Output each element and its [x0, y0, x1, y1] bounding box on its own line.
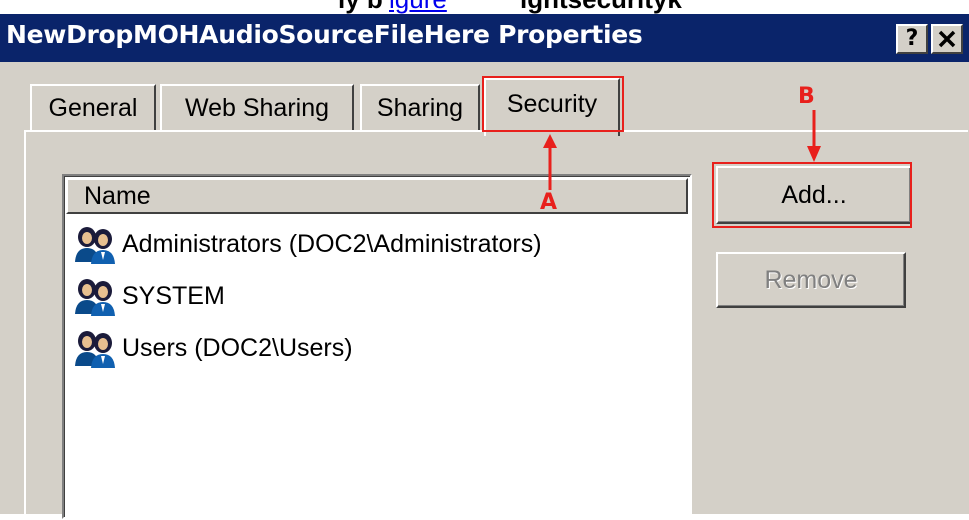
annotation-arrow-a	[543, 134, 557, 190]
user-group-icon	[75, 331, 115, 368]
tab-security-label: Security	[506, 89, 598, 118]
annotation-label-b: B	[798, 84, 815, 109]
tab-sharing-label: Sharing	[376, 93, 464, 122]
page-text-suffix: ightsecurityk	[520, 0, 682, 14]
close-icon	[938, 30, 956, 48]
tab-web-sharing-label: Web Sharing	[184, 93, 330, 122]
column-header-label: Name	[84, 182, 151, 210]
list-item-label: SYSTEM	[122, 281, 225, 310]
cropped-page-text: ly b igure ightsecurityk	[0, 0, 969, 14]
list-item[interactable]: Administrators (DOC2\Administrators)	[72, 224, 542, 264]
annotation-label-a: A	[540, 190, 558, 215]
tab-security[interactable]: Security	[484, 78, 620, 136]
tab-general[interactable]: General	[30, 84, 156, 130]
help-icon: ?	[905, 26, 919, 51]
list-item-label: Administrators (DOC2\Administrators)	[122, 229, 542, 258]
title-bar[interactable]: NewDropMOHAudioSourceFileHere Properties…	[0, 14, 969, 62]
list-item[interactable]: SYSTEM	[72, 276, 225, 316]
remove-button: Remove	[716, 252, 906, 308]
tab-web-sharing[interactable]: Web Sharing	[160, 84, 354, 130]
group-user-list[interactable]: Name Administrators (DOC2\Administrators…	[62, 174, 692, 519]
column-header-name[interactable]: Name	[66, 178, 688, 214]
list-item[interactable]: Users (DOC2\Users)	[72, 328, 353, 368]
tab-general-label: General	[48, 93, 138, 122]
add-button[interactable]: Add...	[716, 166, 912, 224]
page-text-prefix: ly b	[338, 0, 383, 14]
list-item-label: Users (DOC2\Users)	[122, 333, 353, 362]
user-group-icon	[75, 279, 115, 316]
add-button-label: Add...	[781, 180, 847, 209]
page-link[interactable]: igure	[389, 0, 447, 14]
window-title: NewDropMOHAudioSourceFileHere Properties	[6, 20, 643, 49]
properties-dialog: General Web Sharing Sharing Security Nam…	[0, 62, 969, 520]
close-button[interactable]	[931, 24, 963, 54]
remove-button-label: Remove	[764, 265, 858, 294]
help-button[interactable]: ?	[896, 24, 928, 54]
tab-sharing[interactable]: Sharing	[360, 84, 480, 130]
user-group-icon	[75, 227, 115, 264]
annotation-arrow-b	[807, 110, 821, 162]
